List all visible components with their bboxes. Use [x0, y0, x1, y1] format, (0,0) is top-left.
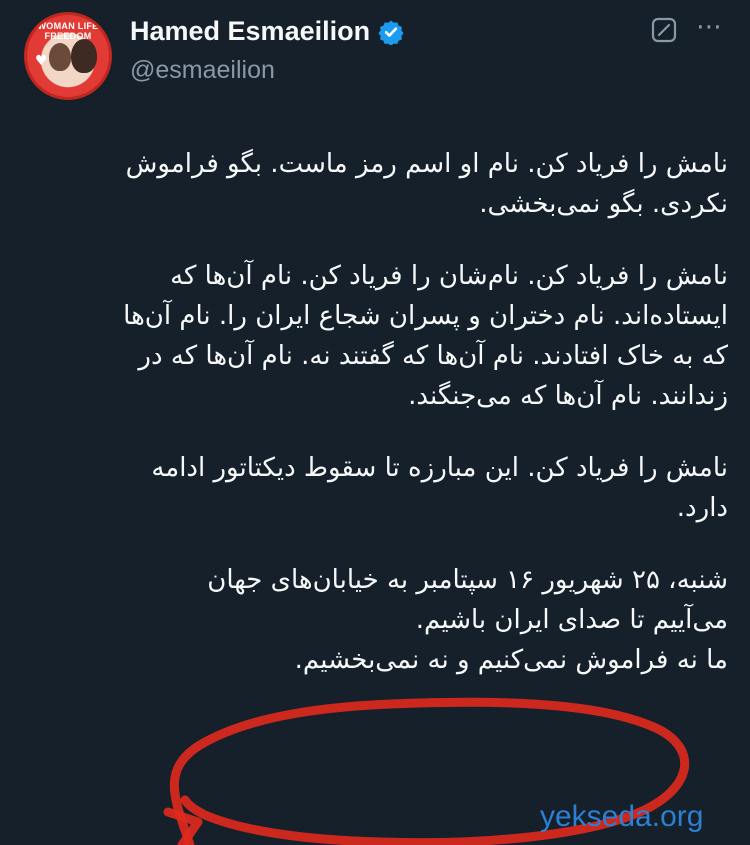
tweet-line: ما نه فراموش نمی‌کنیم و نه نمی‌بخشیم.: [294, 645, 728, 675]
tweet-text: نامش را فریاد کن. نام او اسم رمز ماست. ب…: [22, 144, 728, 712]
watermark: yekseda.org: [540, 800, 704, 833]
more-icon[interactable]: ⋯: [694, 14, 724, 44]
tweet-line: نامش را فریاد کن. نام او اسم رمز ماست. ب…: [125, 149, 728, 179]
tweet-line: نامش را فریاد کن. نام‌شان را فریاد کن. ن…: [170, 261, 728, 291]
user-handle[interactable]: @esmaeilion: [130, 56, 275, 85]
heart-icon: ♥: [35, 53, 48, 69]
tweet-line: زندانند. نام آن‌ها که می‌جنگند.: [408, 381, 728, 411]
name-row: Hamed Esmaeilion: [130, 16, 404, 47]
tweet-paragraph-4: شنبه، ۲۵ شهریور ۱۶ سپتامبر به خیابان‌های…: [22, 560, 728, 680]
tweet-line: می‌آییم تا صدای ایران باشیم.: [415, 605, 728, 635]
tweet-line: نامش را فریاد کن. این مبارزه تا سقوط دیک…: [151, 453, 728, 483]
tweet-line: که به خاک افتادند. نام آن‌ها که گفتند نه…: [138, 341, 728, 371]
tweet-paragraph-2: نامش را فریاد کن. نام‌شان را فریاد کن. ن…: [22, 256, 728, 416]
avatar[interactable]: WOMAN LIFE FREEDOM ♥: [24, 12, 112, 100]
tweet-line: شنبه، ۲۵ شهریور ۱۶ سپتامبر به خیابان‌های…: [207, 565, 728, 595]
tweet-paragraph-3: نامش را فریاد کن. این مبارزه تا سقوط دیک…: [22, 448, 728, 528]
tweet-header: WOMAN LIFE FREEDOM ♥ Hamed Esmaeilion @e…: [24, 8, 734, 104]
avatar-text: WOMAN LIFE FREEDOM: [37, 21, 99, 41]
tweet-paragraph-1: نامش را فریاد کن. نام او اسم رمز ماست. ب…: [22, 144, 728, 224]
verified-badge-icon[interactable]: [378, 19, 404, 45]
tweet-line: دارد.: [676, 493, 728, 523]
tweet-line: نکردی. بگو نمی‌بخشی.: [479, 189, 728, 219]
display-name[interactable]: Hamed Esmaeilion: [130, 16, 370, 47]
avatar-face-left: [49, 43, 71, 71]
grok-icon[interactable]: [650, 16, 678, 44]
avatar-face-right: [71, 39, 97, 73]
tweet-line: ایستاده‌اند. نام دختران و پسران شجاع ایر…: [123, 301, 728, 331]
